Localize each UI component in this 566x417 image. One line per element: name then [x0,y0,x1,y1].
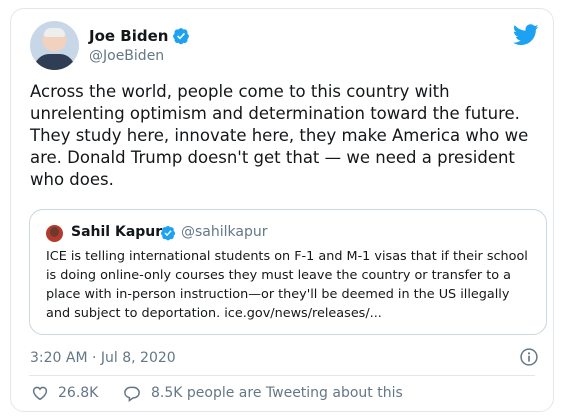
author-name[interactable]: Joe Biden [89,27,168,45]
tweet-timestamp[interactable]: 3:20 AM · Jul 8, 2020 [30,350,176,366]
quoted-author-handle[interactable]: @sahilkapur [181,224,267,240]
tweet-card[interactable]: Joe Biden @JoeBiden Across the world, pe… [10,8,554,412]
reply-bubble-icon[interactable] [123,384,141,402]
tweeting-about-link[interactable]: 8.5K people are Tweeting about this [151,385,403,401]
verified-badge-icon [173,28,189,45]
tweet-text: Across the world, people come to this co… [30,82,529,189]
heart-icon[interactable] [31,384,49,402]
divider [29,375,535,376]
twitter-bird-icon[interactable] [513,24,539,46]
info-icon[interactable] [519,347,539,367]
quoted-tweet-text: ICE is telling international students on… [46,249,528,321]
quoted-verified-badge-icon [161,226,175,241]
quoted-author-name[interactable]: Sahil Kapur [71,224,162,240]
avatar[interactable] [30,21,79,70]
quoted-tweet[interactable]: Sahil Kapur @sahilkapur ICE is telling i… [29,209,547,335]
like-count[interactable]: 26.8K [58,385,98,401]
author-handle[interactable]: @JoeBiden [89,48,164,64]
quoted-avatar[interactable] [46,225,63,242]
